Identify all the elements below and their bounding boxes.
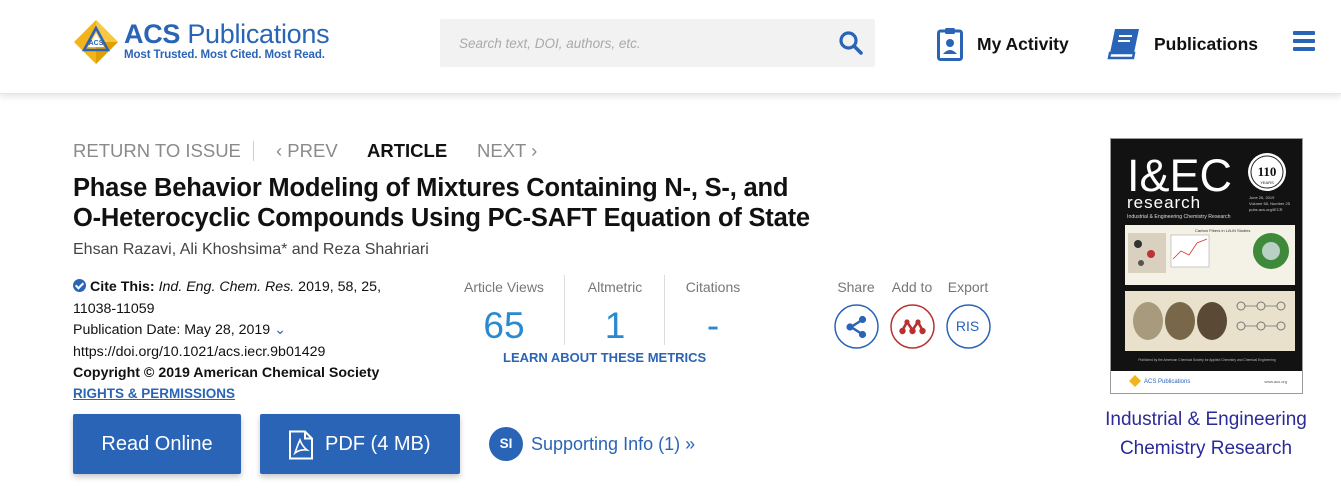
- next-article-link[interactable]: NEXT ›: [477, 140, 537, 162]
- export-ris-button[interactable]: RIS: [946, 304, 991, 349]
- publication-date[interactable]: Publication Date: May 28, 2019 ⌄: [73, 320, 403, 342]
- book-icon: [1107, 29, 1139, 60]
- cover-subtitle: research: [1127, 193, 1201, 212]
- add-to-mendeley-button[interactable]: [890, 304, 935, 349]
- pdf-download-button[interactable]: PDF (4 MB): [260, 414, 460, 474]
- altmetric-value[interactable]: 1: [584, 305, 646, 347]
- si-badge-icon: SI: [489, 427, 523, 461]
- my-activity-label: My Activity: [977, 34, 1069, 54]
- cover-tagline: Industrial & Engineering Chemistry Resea…: [1127, 214, 1231, 220]
- share-label: Share: [837, 279, 875, 295]
- search-bar: [440, 19, 875, 67]
- article-authors[interactable]: Ehsan Razavi, Ali Khoshsima* and Reza Sh…: [73, 241, 429, 259]
- ris-label: RIS: [955, 318, 980, 334]
- metric-divider: [564, 275, 565, 345]
- svg-text:110: 110: [1258, 164, 1277, 179]
- publications-label: Publications: [1154, 34, 1259, 54]
- share-button[interactable]: [834, 304, 879, 349]
- cite-this: Cite This: Ind. Eng. Chem. Res. 2019, 58…: [73, 279, 382, 317]
- metric-citations: Citations -: [684, 279, 742, 347]
- citation-block: Cite This: Ind. Eng. Chem. Res. 2019, 58…: [73, 277, 403, 385]
- svg-text:www.acs.org: www.acs.org: [1264, 379, 1287, 384]
- doi-link[interactable]: https://doi.org/10.1021/acs.iecr.9b01429: [73, 342, 403, 364]
- svg-text:Volume 58, Number 25: Volume 58, Number 25: [1249, 201, 1291, 206]
- site-header: ACS ACS Publications Most Trusted. Most …: [0, 0, 1341, 94]
- check-circle-icon: [73, 279, 86, 292]
- svg-text:pubs.acs.org/IECR: pubs.acs.org/IECR: [1249, 207, 1283, 212]
- svg-text:ACS Publications: ACS Publications: [1144, 379, 1190, 385]
- rights-permissions-link[interactable]: RIGHTS & PERMISSIONS: [73, 386, 235, 401]
- acs-publications-logo[interactable]: ACS ACS Publications Most Trusted. Most …: [72, 18, 342, 68]
- svg-text:YEARS: YEARS: [1260, 180, 1274, 185]
- learn-about-metrics-link[interactable]: LEARN ABOUT THESE METRICS: [503, 350, 706, 365]
- brand-tagline: Most Trusted. Most Cited. Most Read.: [124, 49, 325, 61]
- nav-divider: [253, 141, 254, 161]
- svg-text:ACS: ACS: [89, 40, 104, 47]
- search-input[interactable]: [440, 19, 830, 67]
- export-label: Export: [947, 279, 989, 295]
- return-to-issue-link[interactable]: RETURN TO ISSUE: [73, 140, 241, 162]
- svg-text:Carbon Fibers in Li/LiN Studie: Carbon Fibers in Li/LiN Studies: [1195, 228, 1250, 233]
- journal-cover-image[interactable]: I&EC research Industrial & Engineering C…: [1110, 138, 1303, 394]
- svg-text:Published by the American Chem: Published by the American Chemical Socie…: [1138, 358, 1275, 362]
- read-online-button[interactable]: Read Online: [73, 414, 241, 474]
- article-views-value[interactable]: 65: [463, 305, 545, 347]
- mendeley-icon: [890, 304, 935, 349]
- clipboard-user-icon: [937, 28, 963, 61]
- journal-abbrev: Ind. Eng. Chem. Res.: [158, 279, 295, 295]
- metric-altmetric: Altmetric 1: [584, 279, 646, 347]
- metric-article-views: Article Views 65: [463, 279, 545, 347]
- add-to-label: Add to: [891, 279, 933, 295]
- journal-name-link[interactable]: Industrial & Engineering Chemistry Resea…: [1076, 405, 1336, 463]
- chevron-down-icon[interactable]: ⌄: [274, 322, 286, 338]
- acs-logo-mark-icon: ACS: [74, 20, 118, 64]
- prev-article-link[interactable]: ‹ PREV: [276, 140, 338, 162]
- journal-cover-art: I&EC research Industrial & Engineering C…: [1111, 139, 1302, 393]
- share-icon: [834, 304, 879, 349]
- brand-name: ACS Publications: [124, 19, 330, 49]
- copyright: Copyright © 2019 American Chemical Socie…: [73, 365, 380, 381]
- svg-text:June 26, 2019: June 26, 2019: [1249, 195, 1275, 200]
- article-tab[interactable]: ARTICLE: [367, 140, 447, 162]
- hamburger-menu-icon[interactable]: [1293, 31, 1315, 51]
- citations-value[interactable]: -: [684, 305, 742, 347]
- pdf-file-icon: [289, 430, 313, 460]
- search-icon[interactable]: [837, 29, 865, 57]
- article-title: Phase Behavior Modeling of Mixtures Cont…: [73, 174, 810, 232]
- metric-divider: [664, 275, 665, 345]
